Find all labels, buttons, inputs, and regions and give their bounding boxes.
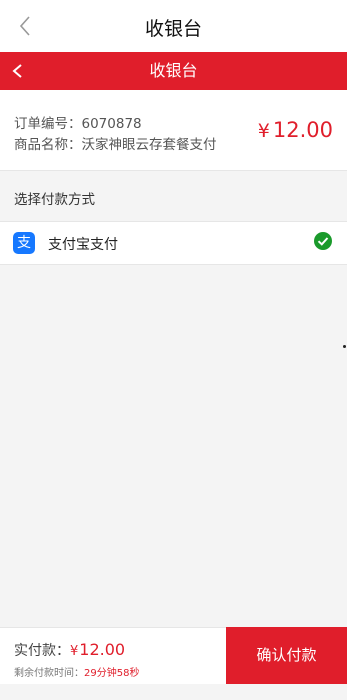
payment-method-header: 选择付款方式	[0, 171, 347, 222]
header-title: 收银台	[149, 61, 198, 80]
system-nav-bar: 收银台	[0, 0, 347, 52]
page-title: 收银台	[144, 18, 202, 40]
order-amount-value: 12.00	[272, 118, 333, 142]
order-amount: ¥12.00	[258, 118, 333, 142]
product-name-row: 商品名称：沃家神眼云存套餐支付	[14, 133, 217, 153]
order-number-row: 订单编号：6070878	[14, 112, 142, 132]
payment-option-alipay[interactable]: 支 支付宝支付	[0, 222, 347, 265]
remaining-time: 剩余付款时间：29分钟58秒	[14, 664, 139, 679]
checkout-footer: 实付款：¥12.00 剩余付款时间：29分钟58秒 确认付款	[0, 627, 347, 684]
currency-symbol: ¥	[70, 644, 79, 659]
remaining-time-label: 剩余付款时间：	[14, 668, 84, 679]
bottom-strip	[0, 684, 347, 700]
check-circle-icon[interactable]	[314, 232, 332, 250]
payment-method-title: 选择付款方式	[14, 192, 95, 208]
confirm-payment-button[interactable]: 确认付款	[226, 627, 347, 684]
order-number-label: 订单编号：	[14, 116, 82, 132]
payment-option-label: 支付宝支付	[48, 237, 118, 253]
countdown: 29分钟58秒	[84, 668, 140, 679]
alipay-icon: 支	[13, 232, 35, 254]
payment-total-amount: 12.00	[79, 640, 126, 659]
product-name-value: 沃家神眼云存套餐支付	[81, 137, 217, 153]
order-number-value: 6070878	[81, 116, 142, 132]
scroll-indicator	[343, 345, 346, 348]
checkout-header: 收银台	[0, 52, 347, 90]
currency-symbol: ¥	[257, 120, 270, 142]
order-summary: 订单编号：6070878 商品名称：沃家神眼云存套餐支付 ¥12.00	[0, 90, 347, 171]
payment-total-label: 实付款：	[14, 643, 70, 659]
product-name-label: 商品名称：	[14, 137, 82, 153]
payment-total: 实付款：¥12.00	[14, 640, 125, 660]
